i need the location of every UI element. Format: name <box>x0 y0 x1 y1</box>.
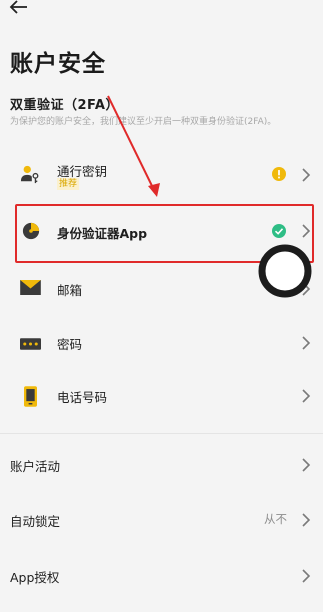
phone-row[interactable]: 电话号码 <box>0 376 323 420</box>
chevron-right-icon <box>302 389 311 403</box>
app-authorization-label: App授权 <box>10 570 60 585</box>
chevron-right-icon <box>302 569 311 583</box>
password-icon <box>20 338 41 350</box>
chevron-right-icon <box>302 336 311 350</box>
phone-label: 电话号码 <box>57 390 108 405</box>
auto-lock-label: 自动锁定 <box>10 514 61 529</box>
two-factor-description: 为保护您的账户安全，我们建议至少开启一种双重身份验证(2FA)。 <box>10 117 277 127</box>
recommended-badge: 推荐 <box>57 178 80 190</box>
page-title: 账户安全 <box>10 51 106 77</box>
chevron-right-icon <box>302 513 311 527</box>
phone-icon <box>24 386 37 407</box>
email-label: 邮箱 <box>57 283 83 298</box>
two-factor-section-title: 双重验证（2FA） <box>10 98 119 113</box>
password-row[interactable]: 密码 <box>0 322 323 366</box>
passkey-row[interactable]: 通行密钥 <box>0 150 323 194</box>
account-activity-label: 账户活动 <box>10 459 61 474</box>
app-authorization-row[interactable]: App授权 <box>0 560 323 594</box>
chevron-right-icon <box>302 168 311 182</box>
chevron-right-icon <box>302 458 311 472</box>
mail-icon <box>20 280 41 295</box>
email-row[interactable]: 邮箱 <box>0 266 323 310</box>
passkey-icon <box>20 165 39 184</box>
annotation-highlight-box <box>15 204 314 263</box>
back-arrow-icon[interactable] <box>8 0 30 18</box>
chevron-right-icon <box>302 282 311 296</box>
password-label: 密码 <box>57 337 83 352</box>
auto-lock-value: 从不 <box>264 512 287 526</box>
section-divider <box>0 433 323 434</box>
account-activity-row[interactable]: 账户活动 <box>0 448 323 482</box>
warning-icon <box>272 167 286 181</box>
